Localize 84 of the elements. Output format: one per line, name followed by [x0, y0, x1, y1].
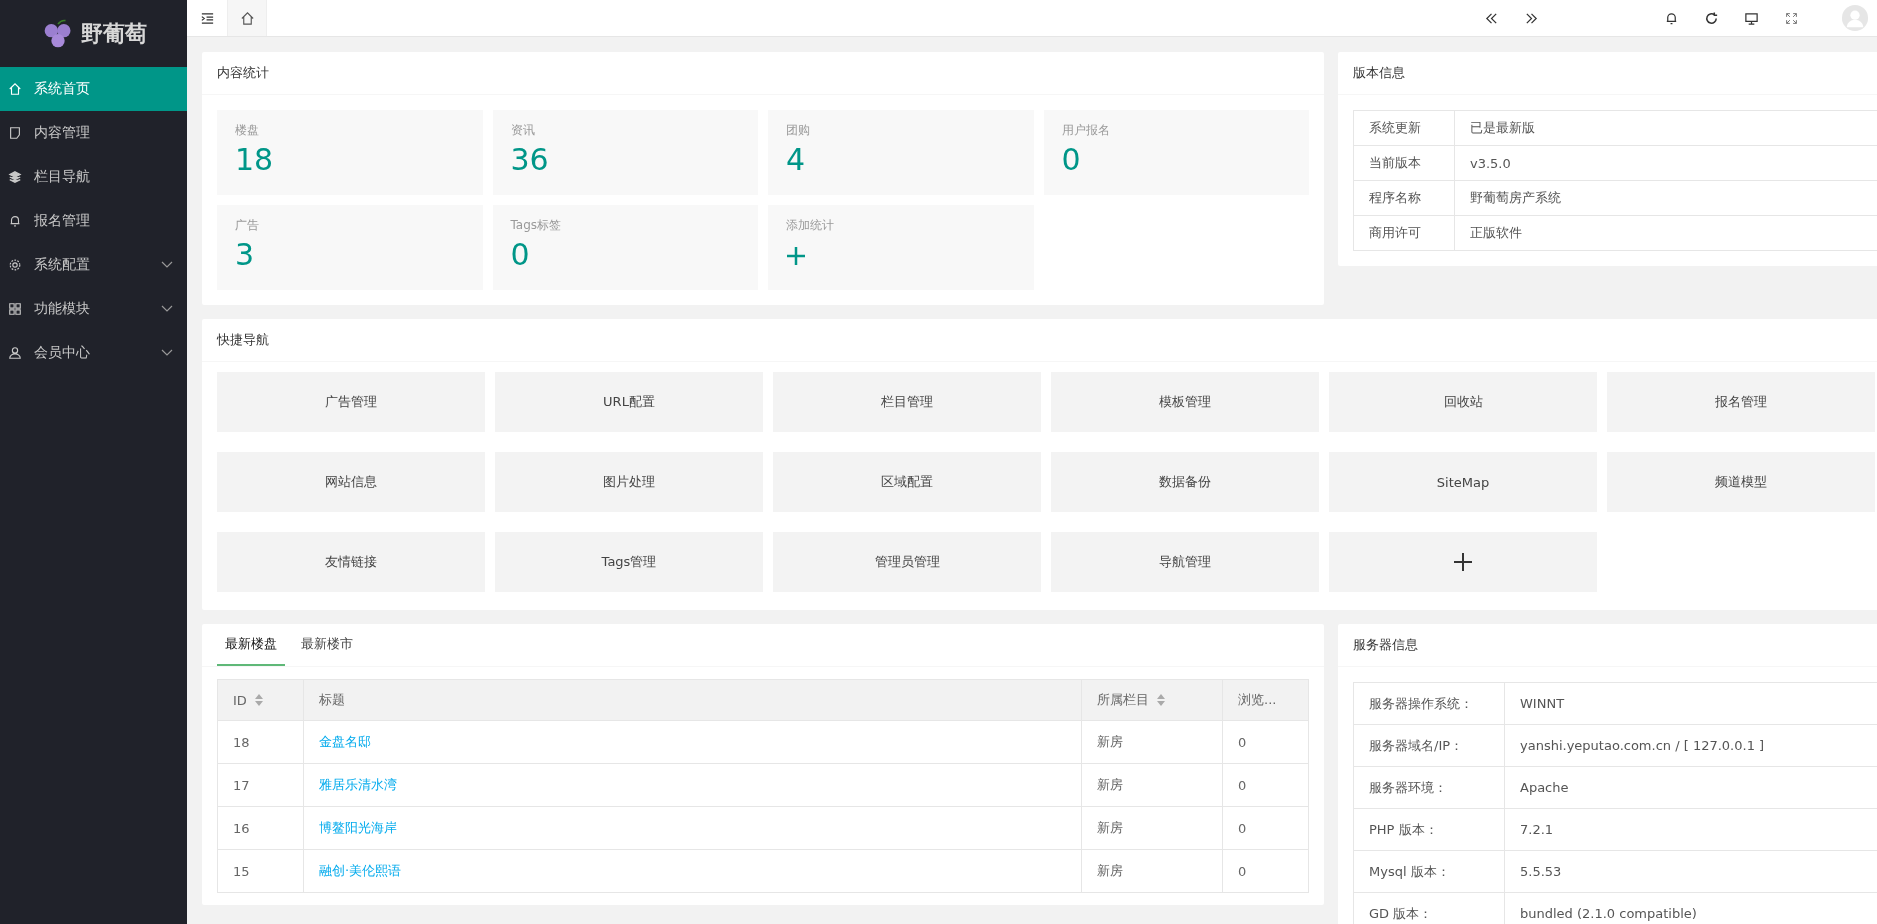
card-title: 快捷导航: [202, 319, 1877, 362]
home-icon: [8, 82, 22, 96]
table-cell: GD 版本：: [1353, 892, 1505, 924]
card-title: 内容统计: [202, 52, 1324, 95]
tab[interactable]: 最新楼市: [293, 624, 361, 666]
stat-label: 楼盘: [235, 122, 259, 139]
stat-label: 资讯: [510, 122, 535, 139]
table-cell: WINNT: [1504, 682, 1877, 725]
table-cell: 18: [217, 720, 304, 764]
quick-nav-button[interactable]: 报名管理: [1607, 372, 1875, 432]
sidebar-item[interactable]: 系统配置: [0, 243, 187, 287]
quick-nav-button[interactable]: 频道模型: [1607, 452, 1875, 512]
plus-icon: [1453, 552, 1473, 572]
quick-nav-button[interactable]: 回收站: [1329, 372, 1597, 432]
stat-value: 4: [786, 145, 806, 175]
table-cell: 0: [1222, 720, 1309, 764]
table-cell: 程序名称: [1353, 180, 1455, 216]
sidebar-item[interactable]: 会员中心: [0, 331, 187, 375]
plus-icon: [786, 246, 806, 266]
sidebar-item[interactable]: 功能模块: [0, 287, 187, 331]
stat-value: 36: [510, 145, 549, 175]
table-cell: 服务器操作系统：: [1353, 682, 1505, 725]
quick-nav-button[interactable]: 区域配置: [773, 452, 1041, 512]
sidebar-item[interactable]: 内容管理: [0, 111, 187, 155]
table-cell: 新房: [1081, 806, 1223, 850]
stat-value: 0: [1061, 145, 1081, 175]
sort-icon[interactable]: [1157, 694, 1165, 706]
table-cell: 新房: [1081, 720, 1223, 764]
column-header[interactable]: 所属栏目: [1081, 679, 1223, 721]
stat-label: Tags标签: [510, 217, 562, 234]
quick-nav-button[interactable]: 管理员管理: [773, 532, 1041, 592]
column-header[interactable]: 浏览...: [1222, 679, 1309, 721]
table-cell: 15: [217, 849, 304, 893]
table-cell: PHP 版本：: [1353, 808, 1505, 851]
stat-value: 18: [235, 145, 274, 175]
card-title: 服务器信息: [1338, 624, 1877, 667]
bell-icon: [8, 214, 22, 228]
card-title: 版本信息: [1338, 52, 1877, 95]
table-cell: 0: [1222, 806, 1309, 850]
settings-icon: [8, 258, 22, 272]
table-cell: 新房: [1081, 849, 1223, 893]
quick-nav-button[interactable]: 友情链接: [217, 532, 485, 592]
quick-nav-button[interactable]: 图片处理: [495, 452, 763, 512]
quick-nav-button[interactable]: 数据备份: [1051, 452, 1319, 512]
stat-label: 团购: [786, 122, 810, 139]
quick-nav-button[interactable]: 广告管理: [217, 372, 485, 432]
tab[interactable]: 最新楼盘: [217, 624, 285, 666]
table-cell: 当前版本: [1353, 145, 1455, 181]
sort-icon[interactable]: [254, 694, 263, 706]
column-header[interactable]: ID: [217, 679, 304, 721]
quick-nav-button[interactable]: SiteMap: [1329, 452, 1597, 512]
table-cell: 系统更新: [1353, 110, 1455, 146]
layers-icon: [8, 170, 22, 184]
column-header[interactable]: 标题: [303, 679, 1082, 721]
table-cell: 0: [1222, 763, 1309, 807]
document-icon: [8, 126, 22, 140]
sidebar-item[interactable]: 系统首页: [0, 67, 187, 111]
quick-nav-button[interactable]: 栏目管理: [773, 372, 1041, 432]
quick-nav-button[interactable]: 网站信息: [217, 452, 485, 512]
quick-nav-button[interactable]: Tags管理: [495, 532, 763, 592]
sidebar-item[interactable]: 报名管理: [0, 199, 187, 243]
stat-label: 广告: [235, 217, 259, 234]
user-icon: [8, 346, 22, 360]
home-tab[interactable]: [227, 0, 267, 36]
table-cell: 商用许可: [1353, 215, 1455, 251]
stat-label: 添加统计: [786, 217, 834, 234]
quick-nav-button[interactable]: URL配置: [495, 372, 763, 432]
table-cell: Mysql 版本：: [1353, 850, 1505, 893]
table-cell: 新房: [1081, 763, 1223, 807]
grid-icon: [8, 302, 22, 316]
stat-value: 0: [510, 240, 530, 270]
quick-nav-button[interactable]: 模板管理: [1051, 372, 1319, 432]
stat-label: 用户报名: [1061, 122, 1110, 139]
table-cell: 服务器域名/IP：: [1353, 724, 1505, 767]
stat-value: 3: [235, 240, 255, 270]
table-cell: 0: [1222, 849, 1309, 893]
table-cell: 服务器环境：: [1353, 766, 1505, 809]
logo-text: 野葡萄: [80, 18, 147, 48]
home-icon: [239, 10, 255, 26]
table-cell: 16: [217, 806, 304, 850]
table-cell: 17: [217, 763, 304, 807]
sidebar-item[interactable]: 栏目导航: [0, 155, 187, 199]
table-cell: 已是最新版: [1454, 110, 1877, 146]
quick-nav-button[interactable]: 导航管理: [1051, 532, 1319, 592]
